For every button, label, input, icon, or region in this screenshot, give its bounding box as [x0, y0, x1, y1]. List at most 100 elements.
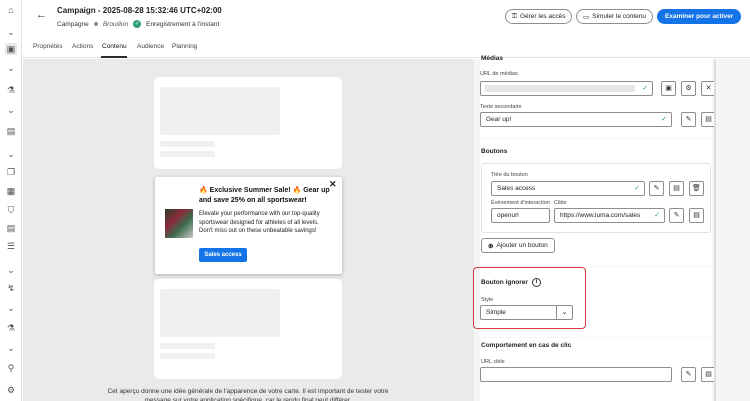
campaign-icon[interactable]: ▣ [5, 43, 17, 55]
panel-scrollbar[interactable] [714, 59, 716, 401]
save-status: Enregistrement à l'instant [146, 20, 220, 28]
interaction-label: Événement d'interaction [491, 200, 550, 206]
delete-icon[interactable]: 🗑 [689, 181, 704, 196]
list-icon[interactable]: ☰ [5, 240, 17, 252]
chevron-down-icon[interactable]: ⌄ [5, 342, 17, 354]
ai-assist-icon[interactable]: ✎ [649, 181, 664, 196]
button-title-label: Titre du bouton [491, 172, 528, 178]
style-value: Simple [486, 309, 506, 316]
button-config-card: Titre du bouton Sales access ✓ ✎ ▤ 🗑 Évé… [481, 163, 711, 233]
add-circle-icon: ⊕ [488, 242, 494, 250]
image-settings-icon[interactable]: ⚙ [681, 81, 696, 96]
media-section: Médias URL de médias ✓ ▣ ⚙ ✕ Texte secon… [480, 55, 716, 138]
personalize-icon[interactable]: ▤ [689, 208, 704, 223]
campaign-meta: Campagne Brouillon ✓ Enregistrement à l'… [57, 20, 219, 28]
personalize-icon[interactable]: ▤ [669, 181, 684, 196]
ignore-button-title-text: Bouton ignorer [481, 279, 528, 286]
simulate-icon: ▭ [583, 13, 590, 21]
secondary-text-value: Gear up! [486, 116, 512, 123]
journey-icon[interactable]: ↯ [5, 282, 17, 294]
buttons-section: Boutons Titre du bouton Sales access ✓ ✎… [480, 139, 712, 266]
chevron-down-icon[interactable]: ⌄ [5, 62, 17, 74]
placeholder-card [154, 279, 342, 379]
flask-icon[interactable]: ⚗ [5, 84, 17, 96]
ai-assist-icon[interactable]: ✎ [681, 367, 696, 382]
in-app-message-preview: ✕ 🔥 Exclusive Summer Sale! 🔥 Gear up and… [155, 177, 342, 274]
simulate-label: Simuler le contenu [592, 13, 646, 20]
media-url-field[interactable]: ✓ [480, 81, 653, 96]
key-icon: ⚿ [512, 12, 517, 20]
check-circle-icon: ✓ [133, 20, 142, 28]
secondary-text-label: Texte secondaire [480, 104, 522, 110]
placeholder-line [160, 343, 215, 349]
flask-icon[interactable]: ⚗ [5, 322, 17, 334]
check-icon: ✓ [634, 185, 640, 192]
table-icon[interactable]: ▤ [5, 125, 17, 137]
properties-panel: Médias URL de médias ✓ ▣ ⚙ ✕ Texte secon… [473, 55, 750, 401]
media-url-label: URL de médias [480, 71, 518, 77]
tab-content[interactable]: Contenu [102, 43, 127, 50]
preview-note: Cet aperçu donne une idée générale de l'… [107, 388, 389, 401]
shield-icon[interactable]: ⛉ [5, 204, 17, 216]
media-section-title: Médias [481, 55, 504, 62]
campaign-type: Campagne [57, 20, 89, 28]
tab-actions[interactable]: Actions [72, 43, 93, 50]
info-icon[interactable]: i [531, 278, 541, 287]
style-label: Style [481, 297, 494, 303]
button-title-value: Sales access [497, 185, 536, 192]
secondary-text-field[interactable]: Gear up! ✓ [480, 112, 672, 127]
page-header: ← Campaign - 2025-08-28 15:32:46 UTC+02:… [22, 0, 750, 38]
target-url-label: URL cible [481, 359, 505, 365]
target-value: https://www.luma.com/sales [560, 212, 641, 219]
tab-properties[interactable]: Propriétés [33, 43, 63, 50]
back-arrow-icon[interactable]: ← [36, 9, 47, 21]
message-title: 🔥 Exclusive Summer Sale! 🔥 Gear up and s… [199, 187, 330, 204]
status-dot-icon [93, 22, 98, 26]
chevron-down-icon[interactable]: ⌄ [5, 264, 17, 276]
tab-bar: Propriétés Actions Contenu Audience Plan… [22, 38, 750, 58]
style-select[interactable]: Simple ⌄ [480, 305, 573, 320]
chevron-down-icon: ⌄ [556, 306, 572, 319]
settings-icon[interactable]: ⚙ [5, 384, 17, 396]
chevron-down-icon[interactable]: ⌄ [5, 148, 17, 160]
active-tab-indicator [101, 56, 127, 58]
blurred-url-value [485, 85, 635, 92]
ai-assist-icon[interactable]: ✎ [669, 208, 684, 223]
tab-schedule[interactable]: Planning [172, 43, 197, 50]
search-settings-icon[interactable]: ⚲ [5, 362, 17, 374]
chevron-down-icon[interactable]: ⌄ [5, 26, 17, 38]
interaction-select[interactable]: openurl [491, 208, 550, 223]
placeholder-card [154, 77, 342, 169]
home-icon[interactable]: ⌂ [5, 4, 17, 16]
grid-icon[interactable]: ▦ [5, 185, 17, 197]
simulate-content-button[interactable]: ▭ Simuler le contenu [576, 9, 653, 24]
placeholder-line [160, 141, 215, 147]
preview-canvas: ✕ 🔥 Exclusive Summer Sale! 🔥 Gear up and… [23, 59, 474, 401]
message-image [165, 209, 193, 238]
asset-picker-icon[interactable]: ▣ [661, 81, 676, 96]
review-activate-button[interactable]: Examiner pour activer [657, 9, 742, 24]
target-field[interactable]: https://www.luma.com/sales ✓ [554, 208, 665, 223]
tab-audience[interactable]: Audience [137, 43, 164, 50]
ai-assist-icon[interactable]: ✎ [681, 112, 696, 127]
placeholder-line [160, 151, 215, 157]
message-body: Elevate your performance with our top-qu… [199, 211, 320, 234]
check-icon: ✓ [642, 85, 648, 92]
chevron-down-icon[interactable]: ⌄ [5, 104, 17, 116]
chevron-down-icon[interactable]: ⌄ [5, 302, 17, 314]
left-nav-rail: ⌂ ⌄ ▣ ⌄ ⚗ ⌄ ▤ ⌄ ❐ ▦ ⛉ ▤ ☰ ⌄ ↯ ⌄ ⚗ ⌄ ⚲ ⚙ [0, 0, 22, 401]
manage-access-label: Gérer les accès [519, 13, 566, 20]
placeholder-line [160, 353, 215, 359]
placeholder-block [160, 289, 280, 337]
add-button-button[interactable]: ⊕ Ajouter un bouton [481, 238, 555, 253]
status-badge: Brouillon [102, 20, 129, 28]
target-label: Cible [554, 200, 567, 206]
copy-icon[interactable]: ❐ [5, 166, 17, 178]
ignore-button-title: Bouton ignorer i [481, 278, 541, 287]
campaign-title: Campaign - 2025-08-28 15:32:46 UTC+02:00 [57, 6, 222, 15]
manage-access-button[interactable]: ⚿ Gérer les accès [505, 9, 573, 24]
table-icon[interactable]: ▤ [5, 222, 17, 234]
target-url-field[interactable] [480, 367, 672, 382]
button-title-field[interactable]: Sales access ✓ [491, 181, 645, 196]
message-cta-button[interactable]: Sales access [199, 248, 247, 262]
